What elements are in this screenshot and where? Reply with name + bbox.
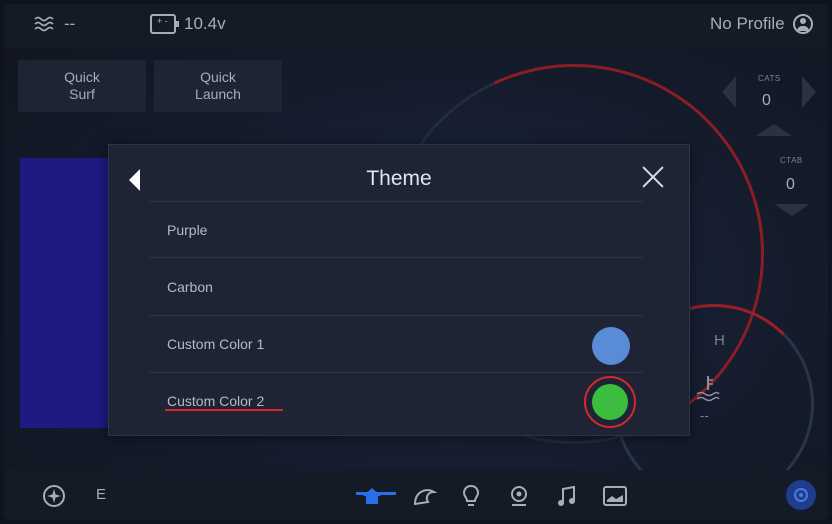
cats-label: CATS [758, 74, 781, 83]
water-temp-value: -- [700, 408, 709, 423]
left-color-panel [20, 158, 116, 428]
profile-label: No Profile [710, 14, 785, 33]
gauge-h-label: H [714, 332, 725, 349]
settings-button[interactable] [786, 480, 816, 510]
close-icon[interactable] [641, 165, 665, 189]
active-nav-indicator [356, 492, 396, 495]
selected-underline [165, 409, 283, 411]
lightbulb-icon[interactable] [460, 484, 482, 508]
battery-status: + - 10.4v [150, 14, 226, 34]
divider [149, 315, 643, 316]
cats-increase-arrow[interactable] [802, 76, 816, 108]
quick-surf-line1: Quick [64, 69, 100, 85]
compass-heading: E [96, 486, 107, 503]
music-icon[interactable] [556, 484, 578, 508]
quick-launch-line1: Quick [200, 69, 236, 85]
waves-icon [34, 16, 54, 32]
wave-icon[interactable] [412, 484, 438, 508]
divider [149, 257, 643, 258]
theme-dialog: Theme Purple Carbon Custom Color 1 Custo… [108, 144, 690, 436]
quick-launch-line2: Launch [195, 86, 241, 102]
quick-surf-line2: Surf [69, 86, 95, 102]
profile-button[interactable]: No Profile [710, 14, 813, 34]
battery-voltage: 10.4v [184, 14, 226, 33]
top-status-bar: -- + - 10.4v No Profile [4, 4, 828, 48]
ctab-label: CTAB [780, 156, 803, 165]
location-icon[interactable] [508, 484, 530, 508]
custom-color-2-swatch[interactable] [592, 384, 628, 420]
wave-status: -- [34, 14, 75, 34]
theme-option-custom-color-2[interactable]: Custom Color 2 [167, 393, 264, 409]
camera-icon[interactable] [602, 484, 628, 508]
water-temp-icon [696, 376, 720, 402]
user-profile-icon [792, 14, 813, 34]
custom-color-1-swatch[interactable] [592, 327, 630, 365]
dialog-title: Theme [366, 167, 432, 190]
ctab-value: 0 [786, 176, 795, 193]
divider [149, 201, 643, 202]
ctab-down-arrow[interactable] [774, 204, 810, 216]
cats-value: 0 [762, 92, 771, 109]
wave-value: -- [64, 14, 76, 33]
theme-option-custom-color-1[interactable]: Custom Color 1 [167, 336, 264, 352]
home-icon[interactable] [360, 484, 384, 508]
theme-option-carbon[interactable]: Carbon [167, 279, 213, 295]
quick-surf-button[interactable]: Quick Surf [18, 60, 146, 112]
divider [149, 372, 643, 373]
cats-decrease-arrow[interactable] [722, 76, 736, 108]
theme-option-purple[interactable]: Purple [167, 222, 207, 238]
battery-icon: + - [150, 14, 179, 34]
ctab-up-arrow[interactable] [756, 124, 792, 136]
compass-icon [43, 485, 65, 507]
quick-launch-button[interactable]: Quick Launch [154, 60, 282, 112]
bottom-nav-bar: E [4, 470, 828, 520]
gear-icon [794, 488, 808, 502]
